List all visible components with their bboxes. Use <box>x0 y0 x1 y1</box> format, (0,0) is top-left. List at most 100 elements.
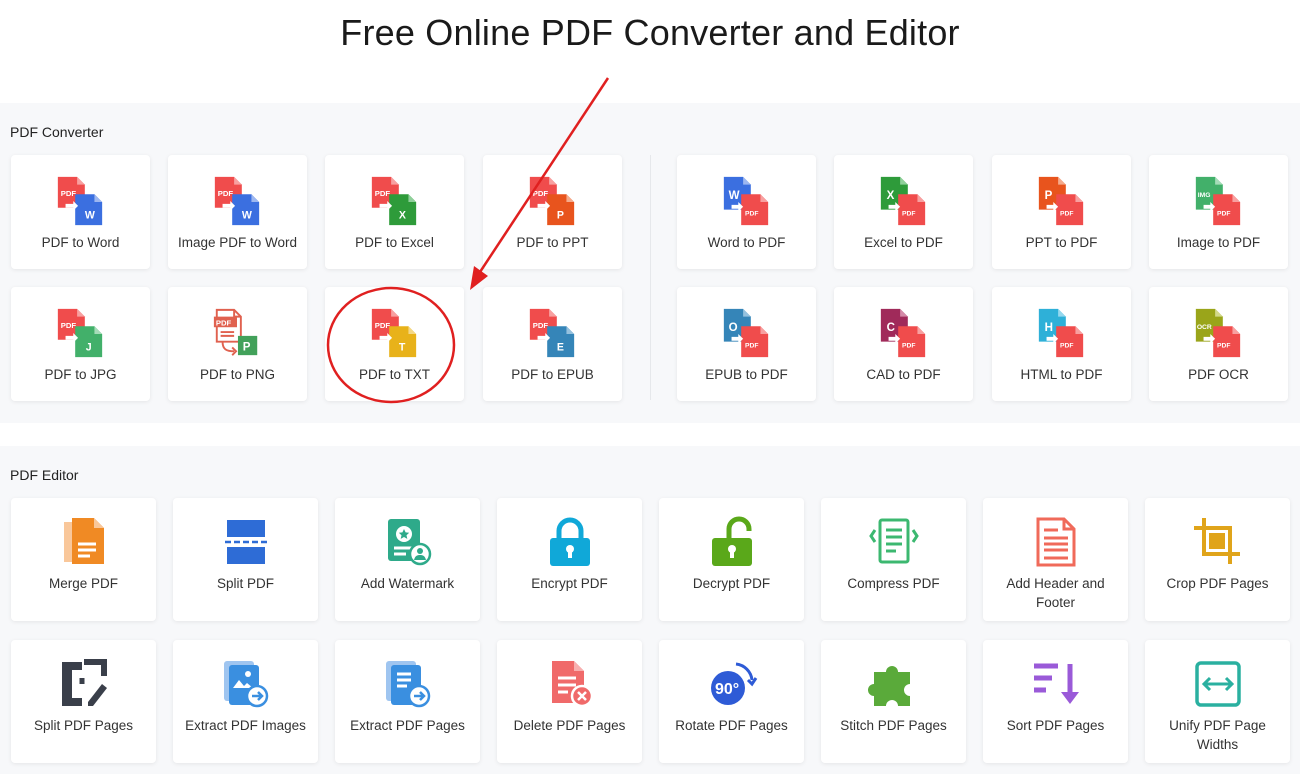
tool-label: Crop PDF Pages <box>1166 576 1269 591</box>
tool-ppt-to-pdf[interactable]: P PDF PPT to PDF <box>992 155 1131 269</box>
svg-text:PDF: PDF <box>1217 342 1230 349</box>
svg-text:O: O <box>728 322 737 334</box>
tool-compress-pdf[interactable]: Compress PDF <box>821 498 966 621</box>
tool-label: HTML to PDF <box>1020 367 1103 382</box>
tool-label: CAD to PDF <box>866 367 941 382</box>
tool-pdf-to-epub[interactable]: PDF E PDF to EPUB <box>483 287 622 401</box>
extract-images-icon <box>220 658 272 710</box>
svg-text:PDF: PDF <box>745 342 758 349</box>
tool-decrypt-pdf[interactable]: Decrypt PDF <box>659 498 804 621</box>
tool-stitch-pdf-pages[interactable]: Stitch PDF Pages <box>821 640 966 763</box>
svg-text:PDF: PDF <box>1060 342 1073 349</box>
watermark-icon <box>382 516 434 568</box>
pdf-to-txt-icon: PDF T <box>368 307 422 361</box>
svg-text:W: W <box>84 209 94 221</box>
tool-label: Stitch PDF Pages <box>840 718 947 733</box>
cad-to-pdf-icon: C PDF <box>877 307 931 361</box>
tool-word-to-pdf[interactable]: W PDF Word to PDF <box>677 155 816 269</box>
puzzle-icon <box>867 658 920 710</box>
epub-to-pdf-icon: O PDF <box>720 307 774 361</box>
tool-label: PDF to PPT <box>516 235 589 250</box>
svg-text:OCR: OCR <box>1196 324 1211 331</box>
tool-pdf-ocr[interactable]: OCR PDF PDF OCR <box>1149 287 1288 401</box>
tool-label: Add Header and Footer <box>1006 576 1105 610</box>
pdf-to-word-icon: PDF W <box>54 175 108 229</box>
lock-icon <box>544 516 596 568</box>
tool-label: Extract PDF Pages <box>350 718 465 733</box>
tool-pdf-to-excel[interactable]: PDF X PDF to Excel <box>325 155 464 269</box>
tool-label: Rotate PDF Pages <box>675 718 788 733</box>
svg-text:PDF: PDF <box>902 342 915 349</box>
tool-cad-to-pdf[interactable]: C PDF CAD to PDF <box>834 287 973 401</box>
tool-label: Extract PDF Images <box>185 718 306 733</box>
pdf-to-ppt-icon: PDF P <box>526 175 580 229</box>
pdf-to-excel-icon: PDF X <box>368 175 422 229</box>
tool-pdf-to-jpg[interactable]: PDF J PDF to JPG <box>11 287 150 401</box>
html-to-pdf-icon: H PDF <box>1035 307 1089 361</box>
section-label-editor: PDF Editor <box>10 467 79 483</box>
svg-text:PDF: PDF <box>374 321 390 330</box>
pdf-to-epub-icon: PDF E <box>526 307 580 361</box>
tool-label: PDF OCR <box>1188 367 1249 382</box>
tool-pdf-to-word[interactable]: PDF W PDF to Word <box>11 155 150 269</box>
tool-encrypt-pdf[interactable]: Encrypt PDF <box>497 498 642 621</box>
tool-extract-pdf-images[interactable]: Extract PDF Images <box>173 640 318 763</box>
tool-label: Excel to PDF <box>864 235 943 250</box>
tool-html-to-pdf[interactable]: H PDF HTML to PDF <box>992 287 1131 401</box>
pdf-to-png-icon: PDF P <box>211 307 265 361</box>
svg-text:PDF: PDF <box>532 321 548 330</box>
pdf-editor-section: PDF Editor Merge PDF Split PDF Add Water… <box>0 446 1300 774</box>
tool-delete-pdf-pages[interactable]: Delete PDF Pages <box>497 640 642 763</box>
tool-pdf-to-ppt[interactable]: PDF P PDF to PPT <box>483 155 622 269</box>
tool-split-pdf-pages[interactable]: Split PDF Pages <box>11 640 156 763</box>
svg-text:PDF: PDF <box>60 189 76 198</box>
tool-split-pdf[interactable]: Split PDF <box>173 498 318 621</box>
tool-crop-pdf-pages[interactable]: Crop PDF Pages <box>1145 498 1290 621</box>
header-footer-icon <box>1030 516 1082 568</box>
tool-extract-pdf-pages[interactable]: Extract PDF Pages <box>335 640 480 763</box>
tool-unify-page-widths[interactable]: Unify PDF Page Widths <box>1145 640 1290 763</box>
pdf-to-jpg-icon: PDF J <box>54 307 108 361</box>
svg-text:E: E <box>556 341 563 353</box>
pdf-converter-section: PDF Converter PDF W PDF to Word PDF W Imag… <box>0 103 1300 423</box>
svg-text:PDF: PDF <box>745 210 758 217</box>
tool-pdf-to-png[interactable]: PDF P PDF to PNG <box>168 287 307 401</box>
svg-text:PDF: PDF <box>217 189 233 198</box>
merge-pdf-icon <box>58 516 110 568</box>
tool-rotate-pdf-pages[interactable]: 90° Rotate PDF Pages <box>659 640 804 763</box>
tool-sort-pdf-pages[interactable]: Sort PDF Pages <box>983 640 1128 763</box>
tool-merge-pdf[interactable]: Merge PDF <box>11 498 156 621</box>
split-pdf-icon <box>220 516 272 568</box>
tool-pdf-to-txt[interactable]: PDF T PDF to TXT <box>325 287 464 401</box>
tool-label: Image PDF to Word <box>177 235 298 250</box>
tool-label: Merge PDF <box>48 576 119 591</box>
tool-add-header-footer[interactable]: Add Header and Footer <box>983 498 1128 621</box>
unlock-icon <box>706 516 758 568</box>
unify-widths-icon <box>1192 658 1244 710</box>
svg-text:PDF: PDF <box>532 189 548 198</box>
tool-label: Decrypt PDF <box>692 576 771 591</box>
tool-label: EPUB to PDF <box>705 367 788 382</box>
tool-label: Word to PDF <box>707 235 786 250</box>
svg-text:PDF: PDF <box>1217 210 1230 217</box>
tool-image-pdf-to-word[interactable]: PDF W Image PDF to Word <box>168 155 307 269</box>
tool-label: PDF to EPUB <box>511 367 594 382</box>
tool-epub-to-pdf[interactable]: O PDF EPUB to PDF <box>677 287 816 401</box>
svg-text:PDF: PDF <box>902 210 915 217</box>
extract-pages-icon <box>382 658 434 710</box>
tool-label: Encrypt PDF <box>531 576 608 591</box>
tool-label: PPT to PDF <box>1025 235 1098 250</box>
tool-label: Delete PDF Pages <box>513 718 626 733</box>
tool-label: Split PDF Pages <box>33 718 134 733</box>
tool-image-to-pdf[interactable]: IMG PDF Image to PDF <box>1149 155 1288 269</box>
tool-label: Image to PDF <box>1176 235 1261 250</box>
svg-text:PDF: PDF <box>215 318 231 327</box>
svg-text:W: W <box>241 209 251 221</box>
tool-add-watermark[interactable]: Add Watermark <box>335 498 480 621</box>
image-pdf-to-word-icon: PDF W <box>211 175 265 229</box>
tool-excel-to-pdf[interactable]: X PDF Excel to PDF <box>834 155 973 269</box>
section-divider <box>650 155 651 400</box>
svg-text:IMG: IMG <box>1197 192 1210 199</box>
svg-text:X: X <box>398 209 405 221</box>
sort-icon <box>1030 658 1082 710</box>
